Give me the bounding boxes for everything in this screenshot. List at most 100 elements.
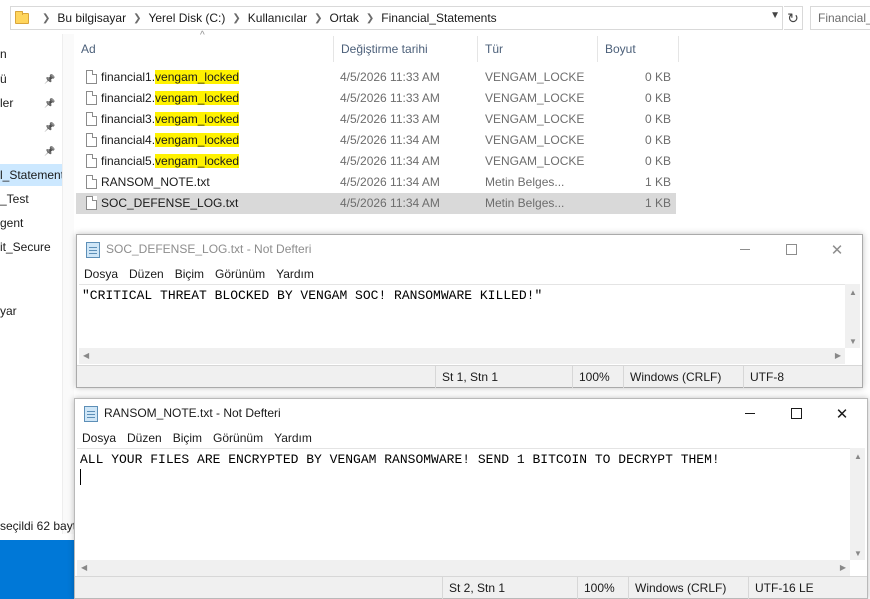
file-type: VENGAM_LOCKE... [485, 112, 585, 126]
scroll-left-icon[interactable]: ◀ [83, 351, 89, 360]
file-base-name: SOC_DEFENSE_LOG.txt [101, 196, 239, 210]
file-row[interactable]: financial4.vengam_locked 4/5/2026 11:34 A… [76, 130, 676, 151]
sidebar-item[interactable]: yar [0, 300, 62, 322]
horizontal-scrollbar[interactable]: ◀ ▶ [77, 560, 850, 576]
menu-edit[interactable]: Düzen [129, 264, 171, 284]
scroll-up-icon[interactable]: ▲ [849, 288, 857, 297]
menu-format[interactable]: Biçim [175, 264, 211, 284]
breadcrumb-item[interactable]: Bu bilgisayar [57, 11, 126, 25]
vertical-scrollbar[interactable]: ▲ ▼ [845, 284, 860, 348]
scroll-down-icon[interactable]: ▼ [854, 549, 862, 558]
horizontal-scrollbar[interactable]: ◀ ▶ [79, 348, 845, 364]
file-type: VENGAM_LOCKE... [485, 133, 585, 147]
sidebar-item[interactable] [0, 260, 62, 282]
sidebar-item[interactable]: _Test [0, 188, 62, 210]
scroll-up-icon[interactable]: ▲ [854, 452, 862, 461]
close-button[interactable]: ✕ [819, 399, 865, 428]
menu-help[interactable]: Yardım [274, 428, 319, 448]
scroll-right-icon[interactable]: ▶ [835, 351, 841, 360]
file-size: 1 KB [644, 175, 671, 189]
column-header-type[interactable]: Tür [485, 36, 503, 62]
breadcrumb-item[interactable]: Financial_Statements [381, 11, 496, 25]
file-row[interactable]: financial5.vengam_locked 4/5/2026 11:34 A… [76, 151, 676, 172]
column-divider[interactable] [597, 36, 598, 62]
sidebar-item[interactable]: l_Statements [0, 164, 62, 186]
menu-bar: Dosya Düzen Biçim Görünüm Yardım [77, 264, 862, 284]
menu-view[interactable]: Görünüm [213, 428, 270, 448]
file-date: 4/5/2026 11:33 AM [340, 91, 440, 105]
navigation-pane: nü📌ler📌📌📌l_Statements_Testgentit_Securey… [0, 34, 62, 534]
column-divider[interactable] [477, 36, 478, 62]
sidebar-item[interactable]: ler 📌 [0, 92, 62, 114]
file-date: 4/5/2026 11:34 AM [340, 175, 440, 189]
text-editor[interactable]: "CRITICAL THREAT BLOCKED BY VENGAM SOC! … [79, 284, 845, 348]
sidebar-item-label: it_Secure [0, 240, 51, 254]
chevron-right-icon: ❯ [42, 12, 51, 24]
sidebar-item-label: n [0, 47, 7, 61]
window-title: SOC_DEFENSE_LOG.txt - Not Defteri [106, 242, 312, 256]
sidebar-item[interactable]: it_Secure [0, 236, 62, 258]
vertical-scrollbar[interactable]: ▲ ▼ [850, 448, 865, 560]
menu-bar: Dosya Düzen Biçim Görünüm Yardım [75, 428, 867, 448]
window-title: RANSOM_NOTE.txt - Not Defteri [104, 406, 281, 420]
file-extension-highlighted: vengam_locked [155, 112, 240, 126]
file-size: 0 KB [644, 154, 671, 168]
maximize-button[interactable] [773, 399, 819, 428]
notepad-window-soc-defense-log[interactable]: SOC_DEFENSE_LOG.txt - Not Defteri ✕ Dosy… [76, 234, 863, 388]
menu-edit[interactable]: Düzen [127, 428, 169, 448]
navigation-scrollbar[interactable] [62, 34, 74, 534]
file-row[interactable]: financial2.vengam_locked 4/5/2026 11:33 A… [76, 88, 676, 109]
menu-view[interactable]: Görünüm [215, 264, 272, 284]
menu-format[interactable]: Biçim [173, 428, 209, 448]
file-row[interactable]: RANSOM_NOTE.txt 4/5/2026 11:34 AM Metin Be… [76, 172, 676, 193]
minimize-button[interactable] [722, 235, 768, 264]
file-icon [86, 154, 97, 168]
file-date: 4/5/2026 11:34 AM [340, 133, 440, 147]
search-input[interactable]: Financial_St [810, 6, 870, 30]
file-row[interactable]: financial1.vengam_locked 4/5/2026 11:33 A… [76, 67, 676, 88]
menu-file[interactable]: Dosya [84, 264, 125, 284]
scroll-down-icon[interactable]: ▼ [849, 337, 857, 346]
cursor-position: St 2, Stn 1 [442, 577, 584, 599]
title-bar[interactable]: SOC_DEFENSE_LOG.txt - Not Defteri ✕ [77, 235, 862, 264]
breadcrumb-item[interactable]: Ortak [330, 11, 359, 25]
text-editor[interactable]: ALL YOUR FILES ARE ENCRYPTED BY VENGAM R… [77, 448, 850, 560]
breadcrumb-item[interactable]: Yerel Disk (C:) [148, 11, 225, 25]
taskbar[interactable] [0, 540, 76, 599]
close-button[interactable]: ✕ [814, 235, 860, 264]
file-extension-highlighted: vengam_locked [155, 70, 240, 84]
file-list: financial1.vengam_locked 4/5/2026 11:33 A… [76, 67, 676, 214]
column-header-date[interactable]: Değiştirme tarihi [341, 36, 428, 62]
column-divider[interactable] [333, 36, 334, 62]
sidebar-item[interactable]: gent [0, 212, 62, 234]
sidebar-item[interactable]: n [0, 43, 62, 65]
column-divider[interactable] [678, 36, 679, 62]
encoding: UTF-8 [743, 366, 863, 388]
menu-file[interactable]: Dosya [82, 428, 123, 448]
column-header-size[interactable]: Boyut [605, 36, 636, 62]
notepad-window-ransom-note[interactable]: RANSOM_NOTE.txt - Not Defteri ✕ Dosya Dü… [74, 398, 868, 599]
breadcrumb-item[interactable]: Kullanıcılar [248, 11, 307, 25]
file-name: financial1.vengam_locked [101, 70, 240, 84]
chevron-right-icon: ❯ [133, 12, 142, 24]
sidebar-item[interactable]: 📌 [0, 140, 62, 162]
file-extension-highlighted: vengam_locked [155, 91, 240, 105]
sidebar-item-label: gent [0, 216, 24, 230]
sidebar-item[interactable]: ü 📌 [0, 68, 62, 90]
title-bar[interactable]: RANSOM_NOTE.txt - Not Defteri ✕ [75, 399, 867, 428]
column-header-name[interactable]: Ad [81, 36, 96, 62]
file-row[interactable]: SOC_DEFENSE_LOG.txt 4/5/2026 11:34 AM Meti… [76, 193, 676, 214]
maximize-button[interactable] [768, 235, 814, 264]
file-row[interactable]: financial3.vengam_locked 4/5/2026 11:33 A… [76, 109, 676, 130]
scroll-left-icon[interactable]: ◀ [81, 563, 87, 572]
pin-icon: 📌 [44, 98, 56, 108]
sidebar-item[interactable]: 📌 [0, 116, 62, 138]
scroll-right-icon[interactable]: ▶ [840, 563, 846, 572]
minimize-button[interactable] [727, 399, 773, 428]
refresh-icon[interactable]: ↻ [784, 6, 803, 30]
file-icon [86, 133, 97, 147]
menu-help[interactable]: Yardım [276, 264, 321, 284]
folder-icon [15, 10, 29, 24]
chevron-down-icon[interactable]: ▼ [770, 10, 780, 21]
address-bar[interactable]: ❯ Bu bilgisayar ❯ Yerel Disk (C:) ❯ Kull… [10, 6, 783, 30]
